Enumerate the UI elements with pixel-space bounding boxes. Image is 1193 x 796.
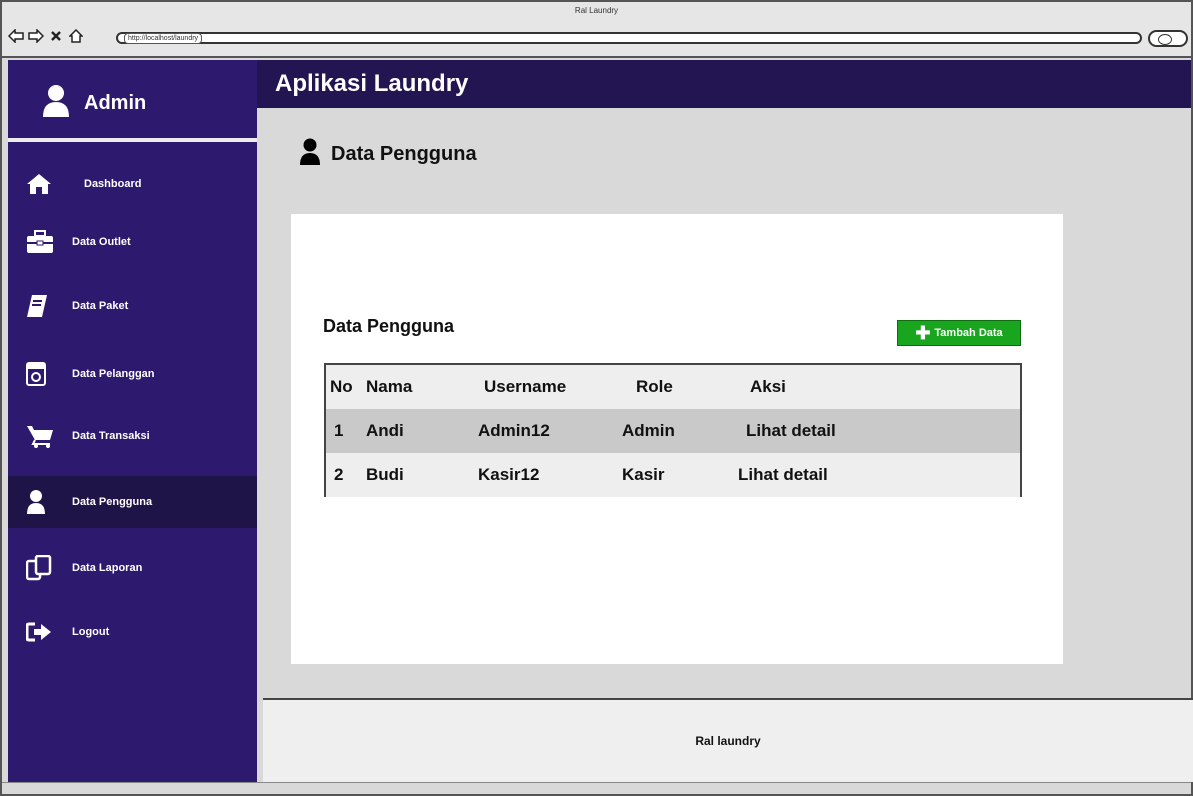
browser-statusbar [2,782,1191,794]
close-icon[interactable] [48,28,64,44]
column-header: No [330,377,353,396]
plus-icon: ✚ [915,323,931,343]
logout-icon [26,622,66,642]
sidebar-item-data-pelanggan[interactable]: Data Pelanggan [8,348,257,400]
cart-icon [26,424,66,448]
sidebar-item-label: Data Outlet [72,236,131,248]
cell-nama: Andi [366,421,404,440]
home-browser-icon[interactable] [68,28,84,44]
view-detail-link[interactable]: Lihat detail [746,421,836,441]
view-detail-link[interactable]: Lihat detail [738,465,828,485]
sidebar-item-label: Data Paket [72,300,129,312]
book-icon [26,294,66,318]
card-title: Data Pengguna [323,316,455,336]
browser-nav-buttons [8,28,84,44]
sidebar-item-data-outlet[interactable]: Data Outlet [8,216,257,268]
admin-profile: Admin [42,84,146,123]
home-icon [26,173,66,195]
cell-username: Kasir12 [478,465,540,484]
footer-text: Ral laundry [695,734,761,748]
sidebar-item-label: Data Pelanggan [72,368,155,380]
sidebar-item-logout[interactable]: Logout [8,606,257,658]
user-heading-icon [299,138,321,171]
cell-role: Kasir [622,465,665,484]
sidebar-item-data-paket[interactable]: Data Paket [8,280,257,332]
sidebar: Admin Dashboard Data Outlet Data Paket D… [8,60,257,782]
column-header: Aksi [750,377,786,396]
page-heading: Data Pengguna [299,138,477,171]
browser-search-icon[interactable] [1148,30,1188,47]
browser-window: Ral Laundry http://localhost/laundry Adm… [0,0,1193,796]
main-content: Data Pengguna Data Pengguna ✚ Tambah Dat… [257,108,1191,698]
sidebar-item-label: Data Laporan [72,562,143,574]
table-row: 1 Andi Admin12 Admin Lihat detail [326,409,1020,453]
sidebar-item-data-laporan[interactable]: Data Laporan [8,542,257,594]
cell-username: Admin12 [478,421,550,440]
box-icon [26,362,66,386]
sidebar-item-label: Data Pengguna [72,496,153,508]
page-title: Data Pengguna [331,143,477,165]
column-header: Nama [366,377,413,396]
sidebar-divider [8,138,257,142]
user-icon [26,489,66,515]
cell-nama: Budi [366,465,404,484]
sidebar-item-data-transaksi[interactable]: Data Transaksi [8,410,257,462]
cell-role: Admin [622,421,675,440]
forward-arrow-icon[interactable] [28,28,44,44]
table-row: 2 Budi Kasir12 Kasir Lihat detail [326,453,1020,497]
sidebar-item-dashboard[interactable]: Dashboard [8,158,257,210]
address-text: http://localhost/laundry [124,33,203,44]
add-data-button[interactable]: ✚ Tambah Data [897,320,1021,346]
data-card: Data Pengguna ✚ Tambah Data No Nama User… [291,214,1063,664]
user-avatar-icon [42,84,70,123]
app-header: Aplikasi Laundry [257,60,1191,108]
table-header-row: No Nama Username Role Aksi [326,365,1020,409]
cell-no: 2 [334,465,344,484]
browser-titlebar: Ral Laundry http://localhost/laundry [2,2,1191,58]
window-title: Ral Laundry [574,6,619,15]
copy-icon [26,555,66,581]
column-header: Role [636,377,673,396]
footer: Ral laundry [263,698,1193,782]
column-header: Username [484,377,567,396]
address-bar[interactable]: http://localhost/laundry [116,32,1142,44]
sidebar-item-label: Data Transaksi [72,430,150,442]
admin-name: Admin [84,92,147,114]
users-table: No Nama Username Role Aksi 1 Andi Admin1… [324,363,1022,497]
briefcase-icon [26,230,66,254]
add-data-label: Tambah Data [934,327,1003,339]
sidebar-header: Admin [8,60,257,138]
sidebar-item-label: Dashboard [84,178,142,190]
back-arrow-icon[interactable] [8,28,24,44]
cell-no: 1 [334,421,344,440]
sidebar-item-label: Logout [72,626,110,638]
app-title: Aplikasi Laundry [275,70,469,97]
sidebar-item-data-pengguna[interactable]: Data Pengguna [8,476,257,528]
